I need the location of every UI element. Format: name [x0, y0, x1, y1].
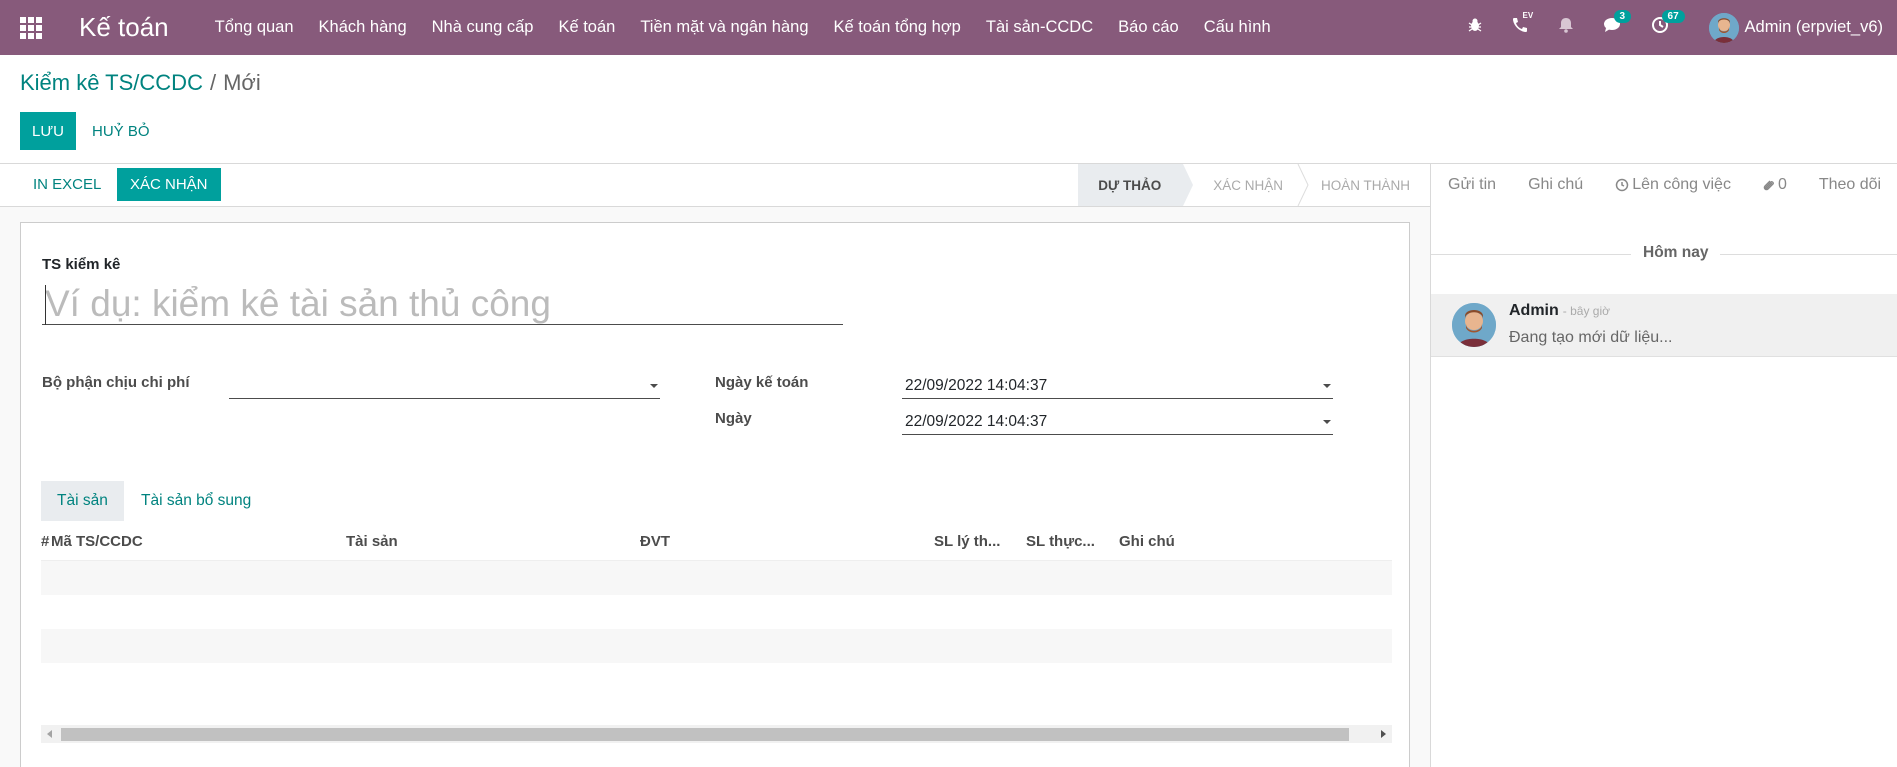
breadcrumb: Kiểm kê TS/CCDC / Mới [20, 70, 261, 96]
log-note-button[interactable]: Ghi chú [1528, 176, 1583, 194]
stage-pipeline: DỰ THẢO XÁC NHẬN HOÀN THÀNH [1078, 164, 1430, 206]
user-avatar [1708, 12, 1739, 43]
chevron-down-icon [1323, 420, 1331, 424]
menu-item-reports[interactable]: Báo cáo [1118, 18, 1179, 37]
chevron-down-icon [1323, 384, 1331, 388]
user-menu[interactable]: Admin (erpviet_v6) [1708, 12, 1883, 43]
menu-item-vendors[interactable]: Nhà cung cấp [432, 18, 534, 37]
schedule-activity-button[interactable]: Lên công việc [1615, 176, 1731, 194]
tab-additional-assets[interactable]: Tài sản bổ sung [125, 481, 267, 521]
chatter-panel: Gửi tin Ghi chú Lên công việc 0 Theo dõi… [1430, 164, 1897, 767]
column-asset[interactable]: Tài sản [346, 533, 398, 550]
breadcrumb-current: Mới [223, 70, 261, 95]
message-body: Đang tạo mới dữ liệu... [1509, 329, 1673, 346]
navbar-systray: EV 3 67 Admin (erpviet_v6) [1467, 0, 1897, 55]
stage-draft-label: DỰ THẢO [1098, 177, 1162, 193]
print-excel-button[interactable]: IN EXCEL [22, 168, 112, 201]
messaging-icon[interactable]: 3 [1603, 10, 1632, 39]
table-row [41, 663, 1392, 697]
attachments-button[interactable]: 0 [1763, 176, 1787, 194]
save-button[interactable]: LƯU [20, 112, 76, 150]
breadcrumb-separator: / [209, 70, 217, 95]
menu-item-configuration[interactable]: Cấu hình [1204, 18, 1271, 37]
activity-clock-icon[interactable]: 67 [1651, 10, 1685, 39]
apps-menu-icon[interactable] [20, 16, 42, 39]
stage-done[interactable]: HOÀN THÀNH [1309, 164, 1430, 206]
chatter-message: Admin - bây giờ Đang tạo mới dữ liệu... [1431, 294, 1897, 357]
table-row [41, 595, 1392, 629]
form-statusbar: IN EXCEL XÁC NHẬN DỰ THẢO XÁC NHẬN HOÀN … [0, 164, 1430, 207]
discard-button[interactable]: HUỶ BỎ [84, 112, 158, 150]
follow-button[interactable]: Theo dõi [1819, 176, 1881, 194]
chevron-down-icon [650, 384, 658, 388]
date-field[interactable]: 22/09/2022 14:04:37 [902, 409, 1333, 435]
attachments-count: 0 [1777, 176, 1787, 193]
send-message-button[interactable]: Gửi tin [1448, 176, 1496, 194]
table-row [41, 561, 1392, 595]
date-label: Ngày [715, 410, 752, 427]
stage-arrow [1183, 164, 1194, 206]
column-index[interactable]: # [41, 533, 49, 550]
column-unit[interactable]: ĐVT [640, 533, 670, 550]
schedule-activity-label: Lên công việc [1632, 176, 1731, 193]
message-time: - bây giờ [1562, 304, 1611, 318]
accounting-date-field[interactable]: 22/09/2022 14:04:37 [902, 373, 1333, 399]
menu-item-overview[interactable]: Tổng quan [215, 18, 294, 37]
phone-icon[interactable]: EV [1511, 11, 1533, 39]
accounting-date-value: 22/09/2022 14:04:37 [905, 376, 1048, 394]
column-note[interactable]: Ghi chú [1119, 533, 1175, 550]
menu-item-assets[interactable]: Tài sản-CCDC [986, 18, 1093, 37]
user-name: Admin (erpviet_v6) [1744, 18, 1883, 36]
confirm-button[interactable]: XÁC NHẬN [117, 168, 221, 201]
main-menu: Tổng quan Khách hàng Nhà cung cấp Kế toá… [215, 18, 1296, 37]
stage-draft[interactable]: DỰ THẢO [1078, 164, 1194, 206]
messages-badge: 3 [1613, 10, 1632, 23]
bell-icon[interactable] [1557, 16, 1575, 39]
cost-center-select[interactable] [229, 373, 660, 399]
clock-icon [1615, 178, 1629, 192]
top-navbar: Kế toán Tổng quan Khách hàng Nhà cung cấ… [0, 0, 1897, 55]
date-separator: Hôm nay [1631, 244, 1721, 262]
scroll-left-icon[interactable] [47, 730, 52, 738]
chatter-topbar: Gửi tin Ghi chú Lên công việc 0 Theo dõi [1431, 164, 1897, 206]
scroll-right-icon[interactable] [1381, 730, 1386, 738]
stage-separator [1297, 164, 1309, 206]
tab-assets[interactable]: Tài sản [41, 481, 124, 521]
activities-badge: 67 [1661, 10, 1685, 23]
menu-item-cash-bank[interactable]: Tiền mặt và ngân hàng [640, 18, 808, 37]
inventory-title-label: TS kiểm kê [42, 256, 121, 273]
column-actual-qty[interactable]: SL thực... [1026, 533, 1095, 550]
cost-center-label: Bộ phận chịu chi phí [42, 374, 190, 391]
date-value: 22/09/2022 14:04:37 [905, 412, 1048, 430]
author-avatar[interactable] [1452, 303, 1496, 347]
paperclip-icon [1763, 180, 1774, 191]
table-row [41, 629, 1392, 663]
app-brand[interactable]: Kế toán [79, 12, 169, 43]
stage-confirmed[interactable]: XÁC NHẬN [1183, 164, 1297, 206]
table-header: # Mã TS/CCDC Tài sản ĐVT SL lý th... SL … [41, 523, 1392, 561]
menu-item-accounting[interactable]: Kế toán [558, 18, 615, 37]
menu-item-customers[interactable]: Khách hàng [319, 18, 407, 37]
column-asset-code[interactable]: Mã TS/CCDC [51, 533, 143, 550]
menu-item-general-accounting[interactable]: Kế toán tổng hợp [834, 18, 961, 37]
accounting-date-label: Ngày kế toán [715, 374, 809, 391]
scrollbar-thumb[interactable] [61, 728, 1349, 741]
message-author[interactable]: Admin - bây giờ [1509, 302, 1610, 320]
inventory-title-input[interactable] [42, 283, 843, 325]
stage-done-label: HOÀN THÀNH [1320, 177, 1410, 193]
stage-confirmed-label: XÁC NHẬN [1213, 177, 1283, 193]
column-theoretical-qty[interactable]: SL lý th... [934, 533, 1000, 550]
bug-icon[interactable] [1467, 17, 1483, 38]
form-sheet: TS kiểm kê Bộ phận chịu chi phí Ngày kế … [20, 222, 1410, 767]
text-cursor [45, 285, 46, 325]
voip-label: EV [1522, 11, 1534, 20]
message-author-name: Admin [1509, 302, 1559, 319]
horizontal-scrollbar[interactable] [41, 725, 1392, 743]
breadcrumb-parent[interactable]: Kiểm kê TS/CCDC [20, 70, 203, 95]
